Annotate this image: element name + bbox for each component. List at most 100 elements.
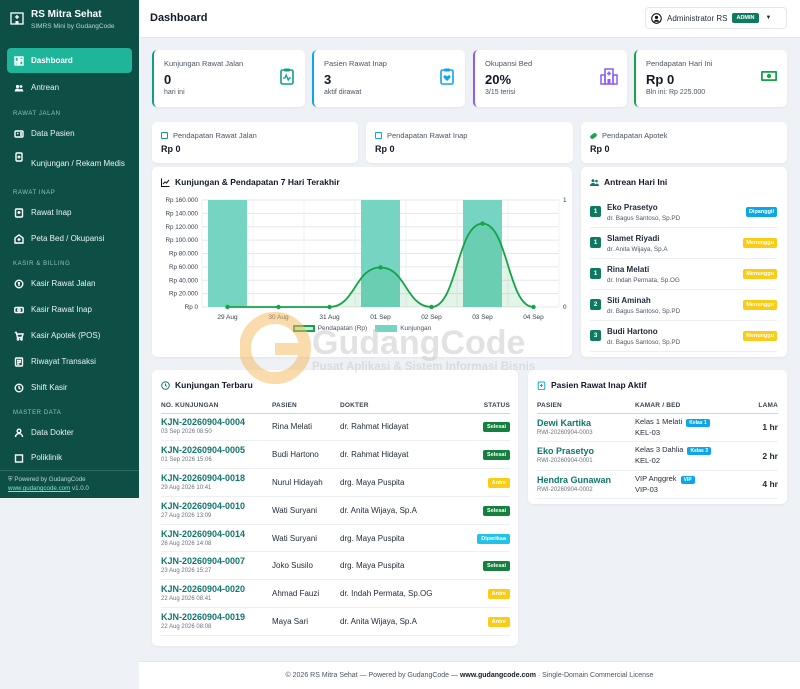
bed-icon [14,207,24,218]
sidebar-item-rawat-inap[interactable]: Rawat Inap [7,200,132,225]
sidebar-item-data-dokter[interactable]: Data Dokter [7,420,132,445]
patient-name-link[interactable]: Eko Prasetyo [537,446,635,457]
sidebar-item-kasir-rawat-jalan[interactable]: Kasir Rawat Jalan [7,271,132,296]
y2-tick-label: 1 [563,197,567,204]
doctor-name: drg. Maya Puspita [340,551,460,581]
queue-item[interactable]: 3 Budi Hartono dr. Bagus Santoso, Sp.PD Men… [590,321,777,352]
mini-label-row: Pendapatan Rawat Inap [375,131,467,140]
sidebar-item-kasir-rawat-inap[interactable]: Kasir Rawat Inap [7,297,132,322]
sidebar-item-data-pasien[interactable]: Data Pasien [7,121,132,146]
col-header[interactable]: PASIEN [272,398,340,414]
class-badge: VIP [680,475,695,484]
patient-name: Rina Melati [607,265,650,274]
sidebar-item-label: Kasir Rawat Inap [31,305,92,314]
status-badge: Selesai [483,505,510,516]
sidebar-item-dashboard[interactable]: Dashboard [7,48,132,73]
queue-title: Antrean Hari Ini [604,177,668,187]
sidebar-item-shift-kasir[interactable]: Shift Kasir [7,375,132,400]
sidebar-item-label: Antrean [31,83,60,92]
doctor-name: dr. Bagus Santoso, Sp.PD [607,308,681,315]
col-header[interactable]: KAMAR / BED [635,398,748,414]
visit-number-link[interactable]: KJN-20260904-0019 [161,612,272,623]
sidebar-item-label: Data Pasien [31,129,75,138]
stat-card-pendapatan[interactable]: Pendapatan Hari Ini Rp 0 Bln ini: Rp 225… [634,50,787,107]
visit-number-link[interactable]: KJN-20260904-0014 [161,529,272,540]
recent-visits-table: NO. KUNJUNGAN PASIEN DOKTER STATUS KJN-2… [161,398,510,636]
stat-card-okupansi[interactable]: Okupansi Bed 20% 3/15 terisi [473,50,627,107]
stat-card-rawat-inap[interactable]: Pasien Rawat Inap 3 aktif dirawat [312,50,465,107]
visit-number-link[interactable]: KJN-20260904-0010 [161,501,272,512]
table-row[interactable]: KJN-20260904-0005 01 Sep 2026 15:06 Budi H… [161,440,510,470]
sidebar-item-kasir-apotek[interactable]: Kasir Apotek (POS) [7,323,132,348]
queue-item[interactable]: 1 Rina Melati dr. Indah Permata, Sp.OG Menu… [590,259,777,290]
sidebar-item-riwayat-transaksi[interactable]: Riwayat Transaksi [7,349,132,374]
queue-item[interactable]: 1 Eko Prasetyo dr. Bagus Santoso, Sp.PD Dip… [590,197,777,228]
sidebar-item-kunjungan[interactable]: Kunjungan / Rekam Medis [7,146,132,182]
table-row[interactable]: KJN-20260904-0014 26 Aug 2026 14:08 Wati S… [161,524,510,553]
role-badge: ADMIN [732,13,759,23]
col-header[interactable]: STATUS [460,398,510,414]
chart-legend: Pendapatan (Rp) Kunjungan [152,325,572,332]
line-point[interactable] [276,304,281,310]
queue-item[interactable]: 2 Siti Aminah dr. Bagus Santoso, Sp.PD Menu… [590,290,777,321]
col-header[interactable]: LAMA [748,398,778,414]
sidebar-item-poliklinik[interactable]: Poliklinik [7,445,132,470]
visit-number-link[interactable]: KJN-20260904-0005 [161,445,272,456]
table-row[interactable]: Eko Prasetyo RWI-20260904-0001 Kelas 3 Dah… [537,441,778,471]
room-name: Kelas 1 Melati [635,416,683,426]
line-point[interactable] [429,304,434,310]
col-header[interactable]: PASIEN [537,398,635,414]
patient-name: Budi Hartono [272,440,340,470]
gudangcode-link[interactable]: www.gudangcode.com [8,485,70,492]
line-point[interactable] [531,304,536,310]
status-cell: Antre [460,468,510,497]
nav-section-kasir: KASIR & BILLING [13,261,71,267]
visit-number-link[interactable]: KJN-20260904-0004 [161,417,272,428]
line-point[interactable] [327,304,332,310]
patient-name: Slamet Riyadi [607,234,660,243]
line-point[interactable] [378,265,383,270]
table-row[interactable]: Dewi Kartika RWI-20260904-0003 Kelas 1 Mel… [537,413,778,442]
visit-number-link[interactable]: KJN-20260904-0007 [161,556,272,567]
stat-value: Rp 0 [646,72,675,87]
legend-item-revenue[interactable]: Pendapatan (Rp) [292,325,367,332]
table-row[interactable]: KJN-20260904-0020 22 Aug 2026 08:41 Ahmad … [161,579,510,609]
x-tick-label: 29 Aug [217,314,238,321]
mini-value: Rp 0 [590,144,610,154]
status-badge: Diperiksa [477,533,510,544]
table-row[interactable]: KJN-20260904-0010 27 Aug 2026 13:09 Wati S… [161,496,510,525]
queue-item[interactable]: 1 Slamet Riyadi dr. Anita Wijaya, Sp.A Menu… [590,228,777,259]
table-row[interactable]: KJN-20260904-0018 29 Aug 2026 10:41 Nurul … [161,468,510,497]
brand[interactable]: RS Mitra Sehat SIMRS Mini by GudangCode [0,0,139,44]
user-menu[interactable]: Administrator RS ADMIN ▼ [645,7,787,29]
table-row[interactable]: KJN-20260904-0004 03 Sep 2026 08:50 Rina M… [161,413,510,442]
bar[interactable] [208,200,247,307]
x-tick-label: 03 Sep [472,314,493,321]
table-row[interactable]: Hendra Gunawan RWI-20260904-0002 VIP Anggr… [537,470,778,499]
visit-number-link[interactable]: KJN-20260904-0018 [161,473,272,484]
line-point[interactable] [225,304,230,310]
chart-title-row: Kunjungan & Pendapatan 7 Hari Terakhir [161,177,340,187]
history-icon [161,380,170,390]
col-header[interactable]: NO. KUNJUNGAN [161,398,272,414]
patient-cell: Eko Prasetyo RWI-20260904-0001 [537,441,635,471]
mini-card-rawat-inap: Pendapatan Rawat Inap Rp 0 [366,122,573,163]
visits-revenue-chart[interactable]: Rp 0 Rp 20.000 Rp 40.000 Rp 60.000 Rp 80.000… [152,191,572,341]
line-point[interactable] [480,221,485,226]
sidebar-item-label: Kunjungan / Rekam Medis [31,159,125,168]
visit-number-link[interactable]: KJN-20260904-0020 [161,584,272,595]
sidebar-item-peta-bed[interactable]: Peta Bed / Okupansi [7,226,132,251]
table-row[interactable]: KJN-20260904-0007 23 Aug 2026 15:27 Joko S… [161,551,510,581]
stat-card-kunjungan[interactable]: Kunjungan Rawat Jalan 0 hari ini [152,50,305,107]
legend-item-visits[interactable]: Kunjungan [375,325,431,332]
room-cell: VIP Anggrek VIP VIP-03 [635,470,748,499]
sidebar-item-antrean[interactable]: Antrean [7,75,132,100]
room-name: VIP Anggrek [635,473,677,483]
patient-name-link[interactable]: Dewi Kartika [537,418,635,429]
col-header[interactable]: DOKTER [340,398,460,414]
room-cell: Kelas 1 Melati Kelas 1 KEL-03 [635,413,748,442]
table-row[interactable]: KJN-20260904-0019 22 Aug 2026 08:08 Maya S… [161,607,510,636]
patient-name-link[interactable]: Hendra Gunawan [537,475,635,486]
footer-link[interactable]: www.gudangcode.com [460,672,536,679]
visit-date: 29 Aug 2026 10:41 [161,484,212,491]
